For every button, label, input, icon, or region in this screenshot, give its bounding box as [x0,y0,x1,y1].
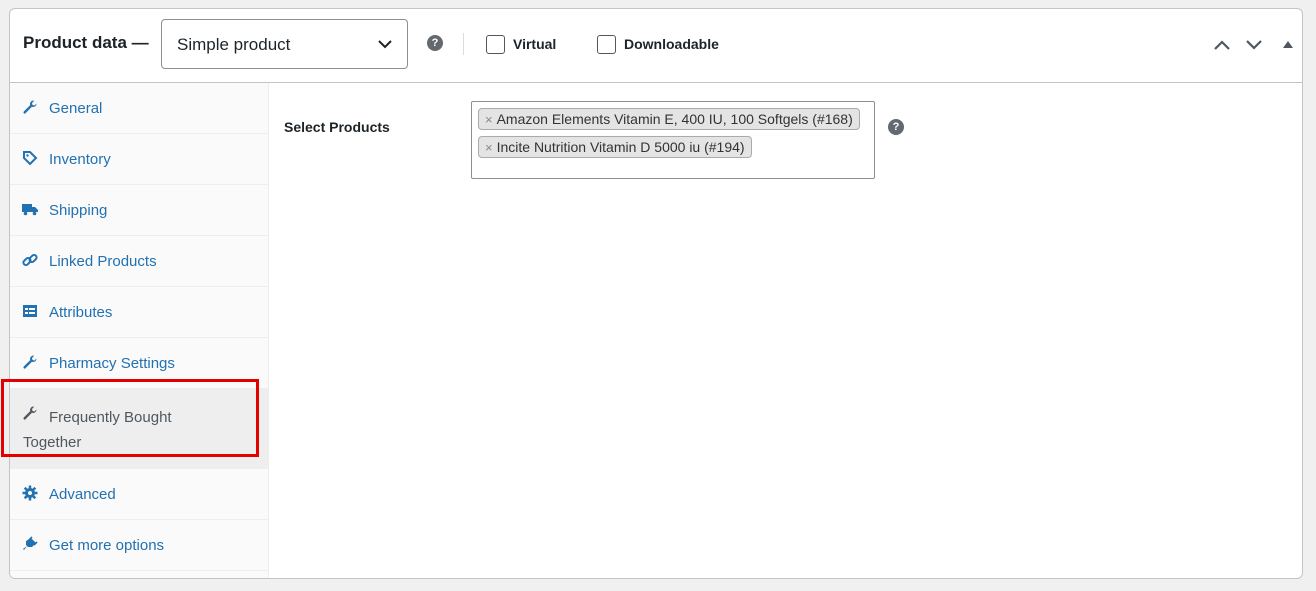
downloadable-label: Downloadable [624,36,719,52]
tab-label: Attributes [49,304,113,321]
virtual-label: Virtual [513,36,557,52]
list-icon [23,305,37,317]
select-products-help-icon[interactable]: ? [888,119,904,135]
product-type-value: Simple product [177,35,291,54]
tab-linked-products[interactable]: Linked Products [10,236,268,287]
selected-product-chip: × Amazon Elements Vitamin E, 400 IU, 100 … [478,108,860,130]
chip-label: Amazon Elements Vitamin E, 400 IU, 100 S… [496,111,853,127]
tab-label: General [49,100,103,117]
wrench-icon [23,355,37,369]
tab-label: Linked Products [49,253,157,270]
remove-chip-icon[interactable]: × [485,112,493,127]
downloadable-checkbox[interactable] [597,35,616,54]
link-icon [22,253,38,267]
gear-icon [22,485,38,501]
move-down-icon[interactable] [1245,39,1263,51]
tab-attributes[interactable]: Attributes [10,287,268,338]
tab-general[interactable]: General [10,83,268,134]
panel-header: Product data — Simple product ? Virtual … [10,9,1302,83]
product-data-tabs: General Inventory Shipping Linked Produc… [10,83,269,578]
tab-get-more-options[interactable]: Get more options [10,520,268,571]
header-divider [463,33,464,55]
chevron-down-icon [378,40,392,49]
tab-label: Advanced [49,486,116,503]
move-up-icon[interactable] [1213,39,1231,51]
virtual-checkbox[interactable] [486,35,505,54]
tab-label: Shipping [49,202,108,219]
select-products-input[interactable]: × Amazon Elements Vitamin E, 400 IU, 100 … [471,101,875,179]
select-products-label: Select Products [284,119,390,135]
tab-shipping[interactable]: Shipping [10,185,268,236]
tab-label: Pharmacy Settings [49,355,175,372]
product-type-help-icon[interactable]: ? [427,35,443,51]
wrench-icon [23,100,37,114]
product-type-select[interactable]: Simple product [161,19,408,69]
collapse-toggle-icon[interactable] [1282,39,1294,49]
remove-chip-icon[interactable]: × [485,140,493,155]
tab-inventory[interactable]: Inventory [10,134,268,185]
plugin-icon [23,536,38,550]
selected-product-chip: × Incite Nutrition Vitamin D 5000 iu (#19… [478,136,752,158]
chip-label: Incite Nutrition Vitamin D 5000 iu (#194… [496,139,745,155]
tab-content-panel: Select Products × Amazon Elements Vitamin… [269,83,1302,578]
active-tab-highlight-box [1,379,259,457]
tag-icon [23,151,38,166]
tab-label: Get more options [49,537,165,554]
product-data-panel: Product data — Simple product ? Virtual … [9,8,1303,579]
tab-label: Inventory [49,151,111,168]
tab-advanced[interactable]: Advanced [10,469,268,520]
truck-icon [22,204,38,216]
panel-title: Product data — [23,33,149,52]
